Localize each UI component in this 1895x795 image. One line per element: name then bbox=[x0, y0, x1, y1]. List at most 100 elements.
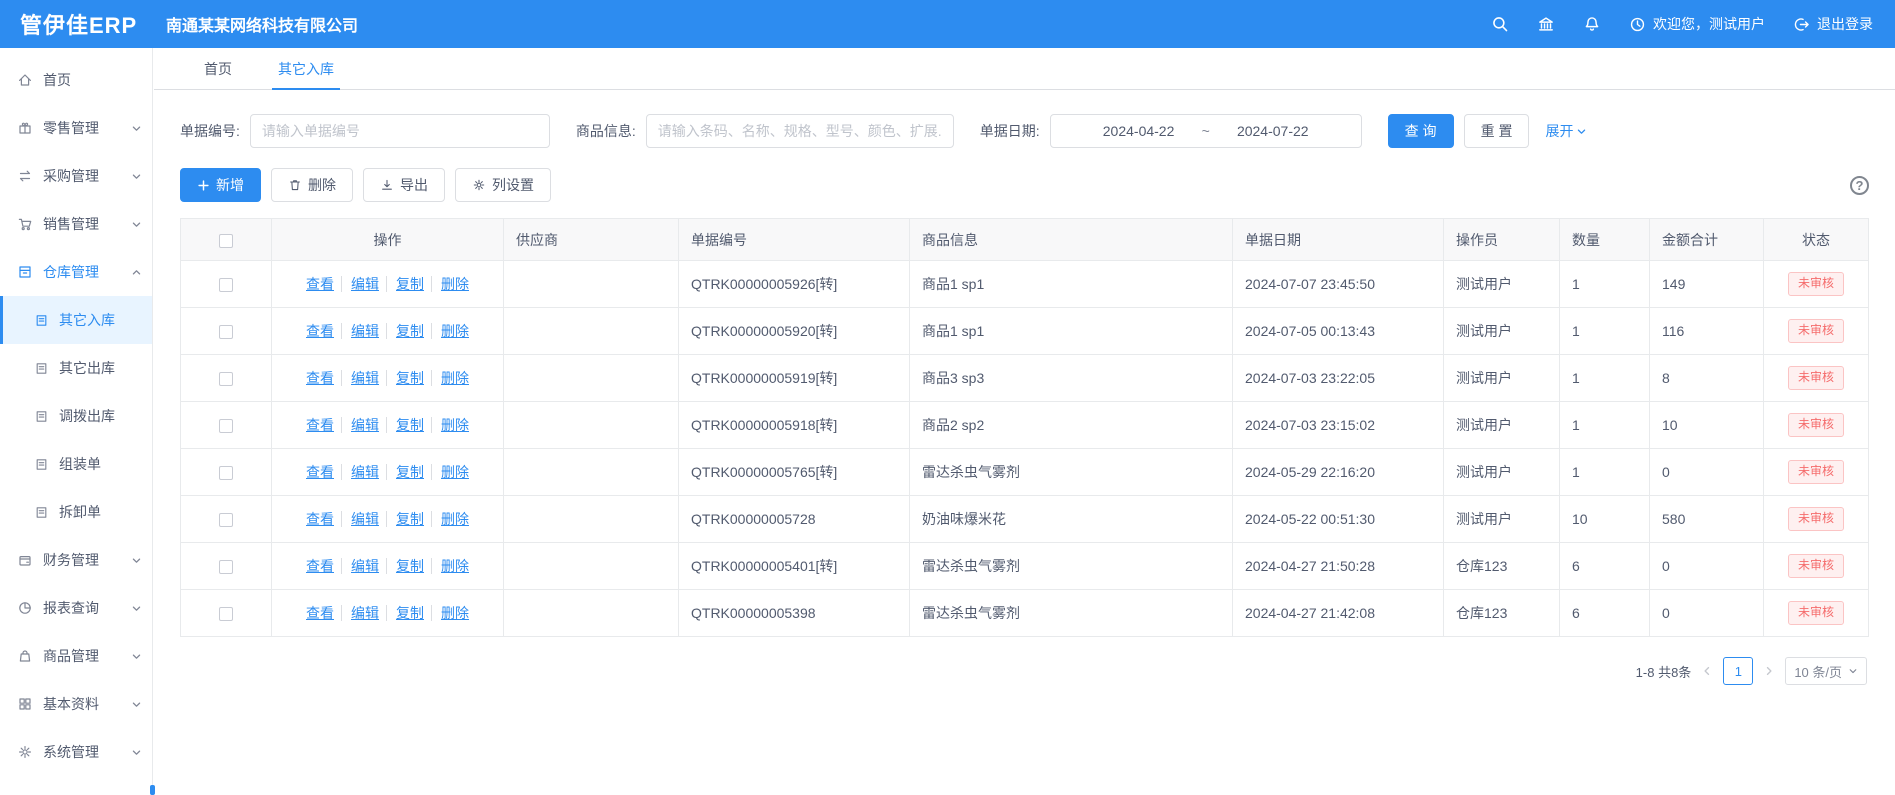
view-link[interactable]: 查看 bbox=[306, 558, 334, 574]
sidebar-item-finance[interactable]: 财务管理 bbox=[0, 536, 152, 584]
column-settings-button[interactable]: 列设置 bbox=[455, 168, 551, 202]
row-checkbox[interactable] bbox=[219, 325, 233, 339]
delete-link[interactable]: 删除 bbox=[431, 511, 469, 527]
edit-link[interactable]: 编辑 bbox=[341, 511, 379, 527]
delete-button[interactable]: 删除 bbox=[271, 168, 353, 202]
cell-date: 2024-07-03 23:22:05 bbox=[1233, 355, 1444, 402]
sidebar-item-transfer-outbound[interactable]: 调拨出库 bbox=[0, 392, 152, 440]
bank-icon[interactable] bbox=[1537, 15, 1555, 33]
purchase-icon bbox=[17, 168, 33, 184]
sidebar-item-sales[interactable]: 销售管理 bbox=[0, 200, 152, 248]
product-bag-icon bbox=[17, 648, 33, 664]
help-icon[interactable]: ? bbox=[1850, 176, 1869, 195]
copy-link[interactable]: 复制 bbox=[386, 558, 424, 574]
date-from[interactable]: 2024-04-22 bbox=[1080, 123, 1198, 139]
sidebar-item-label: 基本资料 bbox=[43, 694, 131, 714]
copy-link[interactable]: 复制 bbox=[386, 464, 424, 480]
edit-link[interactable]: 编辑 bbox=[341, 370, 379, 386]
tab-label: 其它入库 bbox=[278, 59, 334, 79]
tab-other-inbound[interactable]: 其它入库 bbox=[278, 48, 334, 89]
delete-link[interactable]: 删除 bbox=[431, 370, 469, 386]
sidebar-item-purchase[interactable]: 采购管理 bbox=[0, 152, 152, 200]
view-link[interactable]: 查看 bbox=[306, 464, 334, 480]
view-link[interactable]: 查看 bbox=[306, 276, 334, 292]
warehouse-icon bbox=[17, 264, 33, 280]
logout-button[interactable]: 退出登录 bbox=[1793, 14, 1873, 34]
date-to[interactable]: 2024-07-22 bbox=[1214, 123, 1332, 139]
sidebar-item-basic-data[interactable]: 基本资料 bbox=[0, 680, 152, 728]
edit-link[interactable]: 编辑 bbox=[341, 464, 379, 480]
sidebar-item-reports[interactable]: 报表查询 bbox=[0, 584, 152, 632]
copy-link[interactable]: 复制 bbox=[386, 417, 424, 433]
row-checkbox[interactable] bbox=[219, 607, 233, 621]
reset-button[interactable]: 重 置 bbox=[1464, 114, 1530, 148]
tab-home[interactable]: 首页 bbox=[204, 48, 232, 89]
status-badge: 未审核 bbox=[1788, 272, 1844, 296]
delete-link[interactable]: 删除 bbox=[431, 323, 469, 339]
search-button[interactable]: 查 询 bbox=[1388, 114, 1454, 148]
status-badge: 未审核 bbox=[1788, 460, 1844, 484]
sidebar-item-system[interactable]: 系统管理 bbox=[0, 728, 152, 776]
search-button-label: 查 询 bbox=[1405, 121, 1437, 141]
expand-link-label: 展开 bbox=[1545, 121, 1573, 141]
sidebar-item-other-inbound[interactable]: 其它入库 bbox=[0, 296, 152, 344]
sidebar-item-disassembly[interactable]: 拆卸单 bbox=[0, 488, 152, 536]
delete-link[interactable]: 删除 bbox=[431, 558, 469, 574]
row-checkbox[interactable] bbox=[219, 419, 233, 433]
page-size-select[interactable]: 10 条/页 bbox=[1785, 657, 1867, 685]
row-checkbox[interactable] bbox=[219, 466, 233, 480]
col-header-qty: 数量 bbox=[1560, 219, 1650, 261]
row-checkbox[interactable] bbox=[219, 372, 233, 386]
sidebar-item-other-outbound[interactable]: 其它出库 bbox=[0, 344, 152, 392]
cell-supplier bbox=[504, 449, 679, 496]
bell-icon[interactable] bbox=[1583, 15, 1601, 33]
select-all-checkbox[interactable] bbox=[219, 234, 233, 248]
content: 单据编号: 商品信息: 单据日期: 2024-04-22 ~ 2024-07-2… bbox=[154, 114, 1895, 685]
cell-qty: 1 bbox=[1560, 261, 1650, 308]
edit-link[interactable]: 编辑 bbox=[341, 323, 379, 339]
edit-link[interactable]: 编辑 bbox=[341, 417, 379, 433]
date-range-picker[interactable]: 2024-04-22 ~ 2024-07-22 bbox=[1050, 114, 1362, 148]
delete-link[interactable]: 删除 bbox=[431, 417, 469, 433]
sidebar-item-retail[interactable]: 零售管理 bbox=[0, 104, 152, 152]
copy-link[interactable]: 复制 bbox=[386, 370, 424, 386]
row-checkbox[interactable] bbox=[219, 560, 233, 574]
row-checkbox[interactable] bbox=[219, 278, 233, 292]
edit-link[interactable]: 编辑 bbox=[341, 558, 379, 574]
prev-page-icon[interactable] bbox=[1701, 665, 1713, 677]
copy-link[interactable]: 复制 bbox=[386, 605, 424, 621]
status-badge: 未审核 bbox=[1788, 554, 1844, 578]
copy-link[interactable]: 复制 bbox=[386, 276, 424, 292]
delete-link[interactable]: 删除 bbox=[431, 605, 469, 621]
sidebar-scrollbar-thumb[interactable] bbox=[150, 785, 155, 795]
sidebar-item-home[interactable]: 首页 bbox=[0, 56, 152, 104]
view-link[interactable]: 查看 bbox=[306, 511, 334, 527]
page-number[interactable]: 1 bbox=[1723, 657, 1753, 685]
product-info-input[interactable] bbox=[646, 114, 954, 148]
search-icon[interactable] bbox=[1491, 15, 1509, 33]
edit-link[interactable]: 编辑 bbox=[341, 276, 379, 292]
view-link[interactable]: 查看 bbox=[306, 417, 334, 433]
sidebar-item-assembly[interactable]: 组装单 bbox=[0, 440, 152, 488]
sidebar-item-products[interactable]: 商品管理 bbox=[0, 632, 152, 680]
export-button[interactable]: 导出 bbox=[363, 168, 445, 202]
sidebar-item-warehouse[interactable]: 仓库管理 bbox=[0, 248, 152, 296]
cell-date: 2024-05-29 22:16:20 bbox=[1233, 449, 1444, 496]
next-page-icon[interactable] bbox=[1763, 665, 1775, 677]
view-link[interactable]: 查看 bbox=[306, 370, 334, 386]
welcome-user[interactable]: 欢迎您，测试用户 bbox=[1629, 14, 1765, 34]
status-badge: 未审核 bbox=[1788, 319, 1844, 343]
add-button[interactable]: 新增 bbox=[180, 168, 261, 202]
edit-link[interactable]: 编辑 bbox=[341, 605, 379, 621]
delete-link[interactable]: 删除 bbox=[431, 464, 469, 480]
expand-link[interactable]: 展开 bbox=[1545, 121, 1587, 141]
copy-link[interactable]: 复制 bbox=[386, 323, 424, 339]
view-link[interactable]: 查看 bbox=[306, 605, 334, 621]
view-link[interactable]: 查看 bbox=[306, 323, 334, 339]
top-bar: 管伊佳ERP 南通某某网络科技有限公司 欢迎您，测试用户 退出登录 bbox=[0, 0, 1895, 48]
bill-no-input[interactable] bbox=[250, 114, 550, 148]
delete-link[interactable]: 删除 bbox=[431, 276, 469, 292]
row-checkbox[interactable] bbox=[219, 513, 233, 527]
row-operations: 查看编辑复制删除 bbox=[306, 417, 469, 433]
copy-link[interactable]: 复制 bbox=[386, 511, 424, 527]
